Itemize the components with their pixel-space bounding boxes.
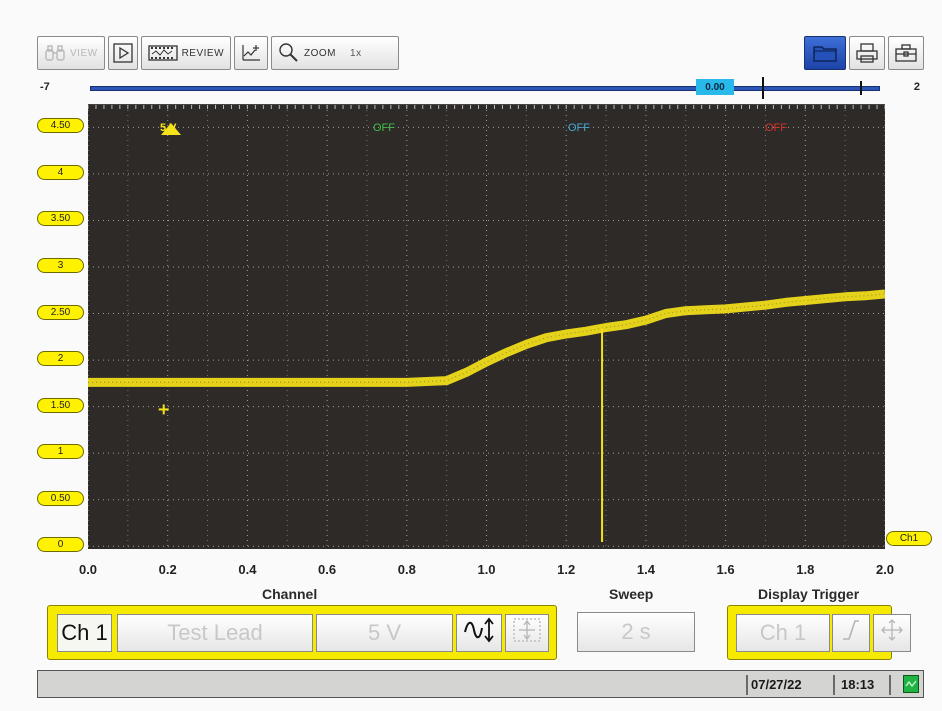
x-tick-label: 0.4: [238, 562, 257, 577]
waveform-mode-button[interactable]: [456, 614, 502, 652]
timeline-end: 2: [913, 81, 920, 93]
y-tick-label: 2.50: [37, 304, 84, 320]
status-time: 18:13: [841, 677, 875, 692]
x-tick-label: 0.6: [318, 562, 337, 577]
view-label: VIEW: [70, 47, 98, 59]
review-button[interactable]: REVIEW: [140, 36, 232, 70]
printer-icon: [855, 42, 879, 64]
add-trace-button[interactable]: [234, 36, 269, 70]
channel-select-button[interactable]: Ch 1: [57, 614, 112, 652]
channel-1-reference-marker[interactable]: Ch1: [886, 531, 932, 546]
file-toolbar: [804, 36, 924, 70]
channel-2-status[interactable]: OFF: [373, 122, 395, 134]
x-tick-label: 1.6: [716, 562, 735, 577]
film-icon: [147, 45, 178, 61]
volt-range-button[interactable]: 5 V: [316, 614, 453, 652]
timeline-end-marker: [860, 81, 862, 95]
x-tick-label: 0.0: [78, 562, 98, 577]
timeline-start: -7: [40, 81, 50, 93]
y-tick-label: 0.50: [37, 490, 84, 506]
scope-display[interactable]: 5 V OFF OFF OFF: [88, 104, 885, 550]
status-separator: [746, 675, 748, 695]
y-tick-label: 1.50: [37, 397, 84, 413]
channel-1-scale[interactable]: 5 V: [160, 122, 186, 135]
y-tick-label: 4.50: [37, 118, 84, 134]
timeline-scrollbar[interactable]: -7 0.00 2: [40, 77, 920, 99]
x-tick-label: 2.0: [875, 562, 895, 577]
toolbar: VIEW REVIEW ZOOM 1x: [37, 36, 400, 72]
display-trigger-section-title: Display Trigger: [758, 586, 860, 602]
x-tick-label: 1.4: [636, 562, 655, 577]
x-tick-label: 0.8: [397, 562, 416, 577]
lead-select-button[interactable]: Test Lead: [117, 614, 313, 652]
channel-section-title: Channel: [262, 586, 318, 602]
zoom-label: ZOOM: [304, 47, 337, 59]
print-button[interactable]: [849, 36, 885, 70]
channel-controls: Ch 1 Test Lead 5 V: [47, 605, 557, 660]
status-date: 07/27/22: [751, 677, 802, 692]
y-tick-label: 2: [37, 351, 84, 367]
x-tick-label: 1.8: [796, 562, 815, 577]
binoculars-icon: [44, 44, 66, 62]
trigger-slope-button[interactable]: [832, 614, 870, 652]
display-trigger-controls: Ch 1: [727, 605, 911, 660]
chart-add-icon: [240, 43, 262, 63]
channel-position-button[interactable]: [505, 614, 549, 652]
open-folder-button[interactable]: [804, 36, 846, 70]
y-tick-label: 3: [37, 257, 84, 273]
crosshair-move-icon: [879, 617, 905, 649]
zoom-value: 1x: [350, 47, 362, 59]
folder-icon: [812, 43, 838, 63]
channel-4-status[interactable]: OFF: [765, 122, 787, 134]
sweep-time-button[interactable]: 2 s: [577, 612, 695, 652]
move-trace-icon: [511, 616, 543, 650]
toolbox-button[interactable]: [888, 36, 924, 70]
x-tick-label: 0.2: [158, 562, 177, 577]
timeline-position: 0.00: [696, 79, 734, 95]
magnifier-icon: [278, 42, 300, 64]
review-label: REVIEW: [181, 47, 225, 59]
sweep-section-title: Sweep: [609, 586, 654, 602]
status-bar: 07/27/22 18:13: [37, 670, 924, 698]
waveform-chart: [88, 105, 885, 550]
trigger-channel-button[interactable]: Ch 1: [736, 614, 830, 652]
connection-indicator-icon: [903, 675, 919, 693]
waveform-scale-icon: [462, 616, 496, 650]
y-tick-label: 4: [37, 164, 84, 180]
trigger-position-button[interactable]: [873, 614, 911, 652]
channel-3-status[interactable]: OFF: [568, 122, 590, 134]
view-button[interactable]: VIEW: [37, 36, 105, 70]
status-separator: [889, 675, 891, 695]
status-separator: [833, 675, 835, 695]
y-tick-label: 3.50: [37, 211, 84, 227]
play-button[interactable]: [107, 36, 138, 70]
zoom-button[interactable]: ZOOM 1x: [271, 36, 400, 70]
timeline-cursor[interactable]: [762, 77, 764, 99]
x-tick-label: 1.0: [477, 562, 496, 577]
y-tick-label: 1: [37, 444, 84, 460]
series-line: [88, 289, 885, 387]
toolbox-icon: [894, 42, 918, 64]
x-tick-label: 1.2: [557, 562, 576, 577]
y-tick-label: 0: [37, 537, 84, 553]
play-icon: [112, 43, 133, 63]
rising-edge-icon: [839, 617, 863, 649]
